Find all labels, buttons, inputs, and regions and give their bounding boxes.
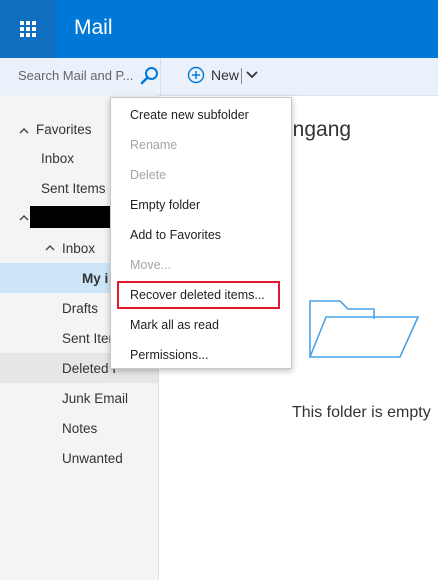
menu-item-add-to-favorites[interactable]: Add to Favorites (130, 228, 221, 242)
new-button-divider (241, 68, 242, 84)
folder-icon (308, 300, 420, 358)
menu-item-recover-deleted-items[interactable]: Recover deleted items... (130, 288, 265, 302)
menu-item-permissions[interactable]: Permissions... (130, 348, 209, 362)
menu-item-create-new-subfolder[interactable]: Create new subfolder (130, 108, 249, 122)
folder-title: ingang (288, 118, 352, 141)
new-button-label: New (211, 67, 240, 83)
folder-drafts[interactable]: Drafts (62, 301, 98, 316)
account-collapse-chevron-icon[interactable] (18, 212, 30, 224)
favorites-item-inbox[interactable]: Inbox (41, 151, 74, 166)
search-input-placeholder[interactable]: Search Mail and P... (18, 68, 133, 83)
inbox-collapse-chevron-icon[interactable] (44, 242, 56, 254)
folder-notes[interactable]: Notes (62, 421, 97, 436)
top-bar (0, 0, 438, 58)
folder-junk-email[interactable]: Junk Email (62, 391, 128, 406)
folder-context-menu: Create new subfolder Rename Delete Empty… (110, 97, 292, 369)
search-box[interactable]: Search Mail and P... (0, 58, 161, 95)
plus-circle-icon (187, 66, 205, 84)
menu-item-mark-all-as-read[interactable]: Mark all as read (130, 318, 219, 332)
app-title[interactable]: Mail (74, 16, 113, 40)
menu-item-empty-folder[interactable]: Empty folder (130, 198, 200, 212)
menu-item-delete[interactable]: Delete (130, 168, 166, 182)
menu-item-rename[interactable]: Rename (130, 138, 177, 152)
app-launcher-waffle-icon[interactable] (0, 0, 56, 58)
favorites-header[interactable]: Favorites (36, 122, 92, 137)
folder-sent-items[interactable]: Sent Iter (62, 331, 113, 346)
folder-my-subfolder[interactable]: My i (82, 271, 108, 286)
folder-inbox[interactable]: Inbox (62, 241, 95, 256)
folder-deleted-items[interactable]: Deleted I (62, 361, 116, 376)
redacted-account-name (30, 206, 110, 228)
chevron-down-icon[interactable] (246, 68, 258, 82)
menu-item-move[interactable]: Move... (130, 258, 171, 272)
favorites-collapse-chevron-icon[interactable] (18, 125, 30, 137)
folder-unwanted[interactable]: Unwanted (62, 451, 123, 466)
search-icon[interactable] (140, 66, 160, 86)
empty-folder-message: This folder is empty (292, 404, 431, 421)
favorites-item-sent-items[interactable]: Sent Items (41, 181, 106, 196)
